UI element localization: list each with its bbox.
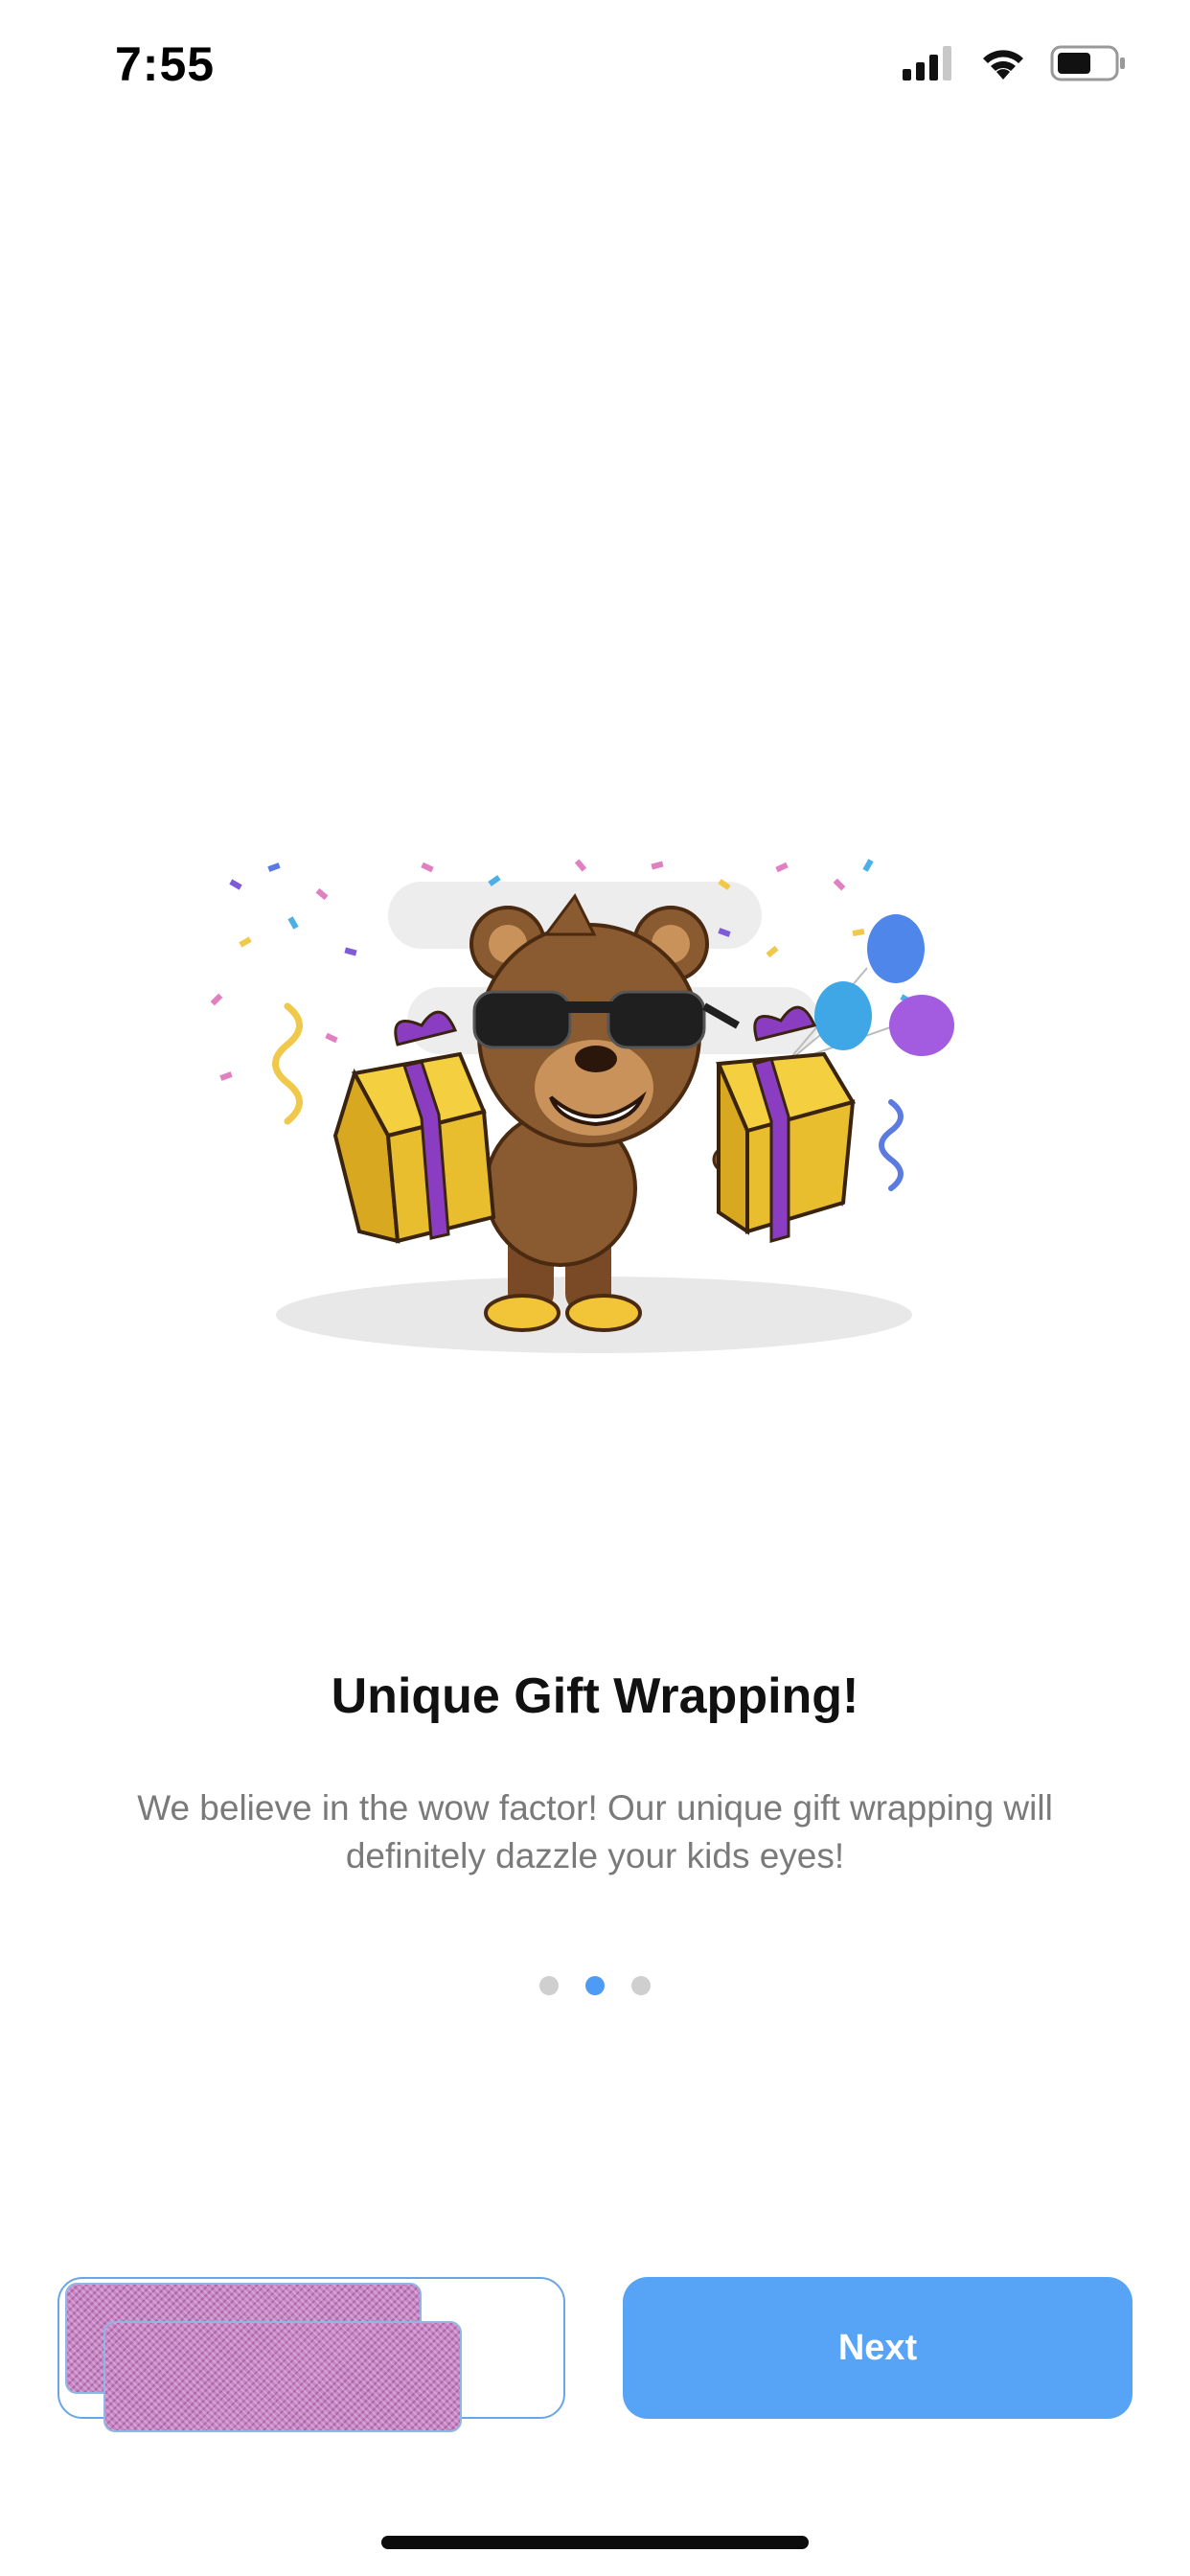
status-icons <box>903 42 1127 84</box>
cellular-signal-icon <box>903 46 951 80</box>
wifi-icon <box>983 50 1023 80</box>
page-title: Unique Gift Wrapping! <box>331 1668 859 1724</box>
page-dot-2-active[interactable] <box>585 1976 605 1995</box>
page-indicator <box>0 1976 1190 1995</box>
status-time: 7:55 <box>115 37 216 91</box>
next-button[interactable]: Next <box>623 2277 1133 2419</box>
page-dot-1[interactable] <box>539 1976 559 1995</box>
home-indicator[interactable] <box>381 2536 809 2549</box>
battery-icon <box>1050 45 1125 81</box>
status-bar: 7:55 <box>0 0 1190 134</box>
page-dot-3[interactable] <box>631 1976 651 1995</box>
secondary-button[interactable] <box>57 2277 565 2432</box>
teddy-bear-gifts-illustration <box>210 859 954 1353</box>
page-description: We believe in the wow factor! Our unique… <box>137 1788 1053 1875</box>
redacted-content <box>103 2321 462 2432</box>
